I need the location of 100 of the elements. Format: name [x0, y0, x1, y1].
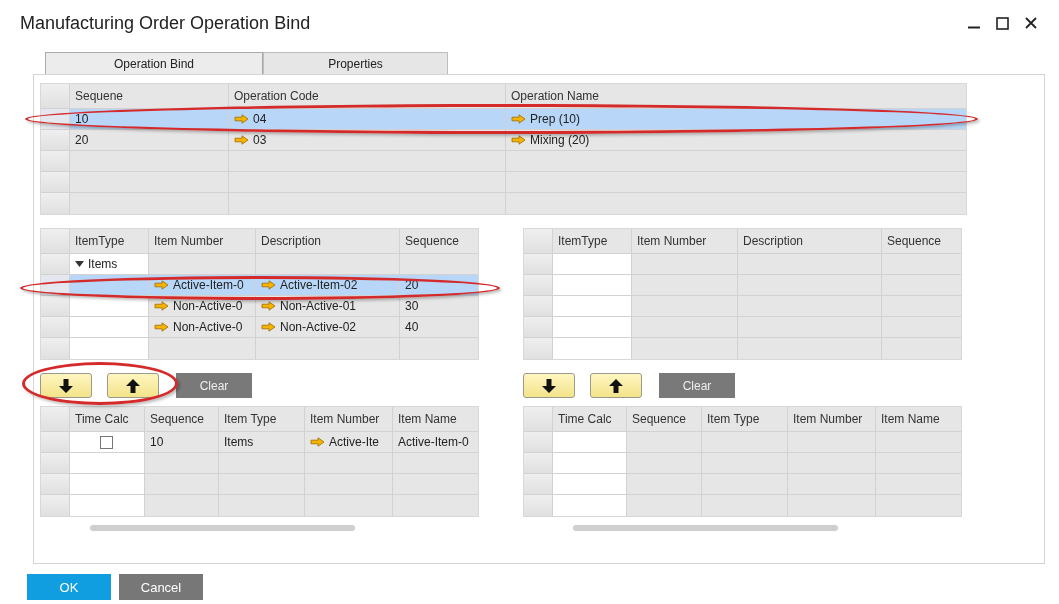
- column-header[interactable]: Description: [256, 229, 400, 253]
- checkbox[interactable]: [100, 435, 113, 449]
- table-cell: 30: [405, 299, 419, 313]
- table-cell: Active-Item-0: [173, 278, 244, 292]
- table-row[interactable]: 20 03 Mixing (20): [41, 130, 966, 151]
- table-row[interactable]: [524, 254, 961, 275]
- move-up-button[interactable]: [590, 373, 642, 398]
- row-number-cell[interactable]: [41, 453, 70, 473]
- scrollbar[interactable]: [573, 525, 838, 531]
- row-number-cell[interactable]: [41, 474, 70, 494]
- column-header[interactable]: Sequene: [70, 84, 229, 108]
- table-cell: Non-Active-0: [173, 299, 243, 313]
- row-number-cell[interactable]: [524, 453, 553, 473]
- column-header[interactable]: Item Number: [788, 407, 876, 431]
- window-title: Manufacturing Order Operation Bind: [20, 12, 311, 34]
- row-number-cell[interactable]: [41, 495, 70, 516]
- table-cell: Active-Item-0: [398, 435, 469, 449]
- table-cell: 04: [253, 112, 267, 126]
- table-cell: Non-Active-02: [280, 320, 357, 334]
- column-header[interactable]: Time Calc: [553, 407, 627, 431]
- table-cell: 10: [150, 435, 164, 449]
- tab[interactable]: Operation Bind: [45, 52, 263, 74]
- column-header[interactable]: Item Number: [305, 407, 393, 431]
- table-cell: Prep (10): [530, 112, 581, 126]
- column-header[interactable]: Item Type: [219, 407, 305, 431]
- row-number-cell[interactable]: [524, 432, 553, 452]
- clear-button[interactable]: Clear: [659, 373, 735, 398]
- row-number-cell[interactable]: [524, 275, 553, 295]
- link-arrow-icon[interactable]: [310, 437, 325, 447]
- row-number-cell[interactable]: [41, 275, 70, 295]
- link-arrow-icon[interactable]: [261, 301, 276, 311]
- move-down-button[interactable]: [523, 373, 575, 398]
- column-header[interactable]: Time Calc: [70, 407, 145, 431]
- row-number-cell[interactable]: [41, 254, 70, 274]
- link-arrow-icon[interactable]: [154, 301, 169, 311]
- row-number-cell[interactable]: [524, 254, 553, 274]
- link-arrow-icon[interactable]: [261, 280, 276, 290]
- up-arrow-icon: [126, 378, 140, 393]
- link-arrow-icon[interactable]: [234, 114, 249, 124]
- link-arrow-icon[interactable]: [154, 280, 169, 290]
- table-cell: 03: [253, 133, 267, 147]
- table-row[interactable]: 10 04 Prep (10): [41, 109, 966, 130]
- row-number-cell[interactable]: [41, 172, 70, 192]
- table-cell: Mixing (20): [530, 133, 590, 147]
- column-header[interactable]: Sequence: [145, 407, 219, 431]
- secondary-button[interactable]: Cancel: [119, 574, 203, 600]
- row-number-cell[interactable]: [41, 193, 70, 214]
- column-header[interactable]: ItemType: [70, 229, 149, 253]
- link-arrow-icon[interactable]: [511, 114, 526, 124]
- row-number-cell[interactable]: [524, 317, 553, 337]
- row-number-cell[interactable]: [524, 495, 553, 516]
- link-arrow-icon[interactable]: [234, 135, 249, 145]
- table-row[interactable]: [524, 317, 961, 338]
- row-number-cell[interactable]: [524, 474, 553, 494]
- table-row[interactable]: [524, 474, 961, 495]
- table-row[interactable]: [524, 296, 961, 317]
- column-header[interactable]: Item Name: [876, 407, 961, 431]
- clear-button[interactable]: Clear: [176, 373, 252, 398]
- table-row[interactable]: 10 Items Active-Ite Active-Item-0: [41, 432, 478, 453]
- row-number-cell[interactable]: [41, 151, 70, 171]
- row-number-cell[interactable]: [41, 338, 70, 359]
- column-header[interactable]: Item Type: [702, 407, 788, 431]
- column-header[interactable]: ItemType: [553, 229, 632, 253]
- table-row[interactable]: Non-Active-0 Non-Active-02 40: [41, 317, 478, 338]
- table-cell: Non-Active-01: [280, 299, 357, 313]
- close-icon[interactable]: [1025, 17, 1037, 29]
- row-number-cell[interactable]: [41, 296, 70, 316]
- scrollbar[interactable]: [90, 525, 355, 531]
- table-cell: 10: [75, 112, 89, 126]
- link-arrow-icon[interactable]: [154, 322, 169, 332]
- row-number-cell[interactable]: [41, 317, 70, 337]
- column-header[interactable]: Description: [738, 229, 882, 253]
- row-number-cell[interactable]: [524, 338, 553, 359]
- table-row[interactable]: [524, 432, 961, 453]
- link-arrow-icon[interactable]: [261, 322, 276, 332]
- table-row[interactable]: [41, 474, 478, 495]
- row-number-cell[interactable]: [41, 130, 70, 150]
- column-header[interactable]: Sequence: [882, 229, 961, 253]
- column-header[interactable]: Operation Code: [229, 84, 506, 108]
- move-down-button[interactable]: [40, 373, 92, 398]
- row-number-cell[interactable]: [41, 109, 70, 129]
- move-up-button[interactable]: [107, 373, 159, 398]
- down-arrow-icon: [59, 378, 73, 393]
- column-header[interactable]: Sequence: [627, 407, 702, 431]
- column-header[interactable]: Item Name: [393, 407, 478, 431]
- link-arrow-icon[interactable]: [511, 135, 526, 145]
- tab[interactable]: Properties: [263, 52, 448, 74]
- table-row[interactable]: [524, 275, 961, 296]
- column-header[interactable]: Item Number: [632, 229, 738, 253]
- table-row[interactable]: Non-Active-0 Non-Active-01 30: [41, 296, 478, 317]
- row-number-cell[interactable]: [41, 432, 70, 452]
- table-row[interactable]: [41, 172, 966, 193]
- maximize-icon[interactable]: [996, 16, 1009, 30]
- row-number-cell[interactable]: [524, 296, 553, 316]
- table-row[interactable]: [41, 151, 966, 172]
- column-header[interactable]: Sequence: [400, 229, 478, 253]
- column-header[interactable]: Item Number: [149, 229, 256, 253]
- column-header[interactable]: Operation Name: [506, 84, 966, 108]
- table-row[interactable]: [524, 453, 961, 474]
- caret-icon[interactable]: [75, 260, 84, 268]
